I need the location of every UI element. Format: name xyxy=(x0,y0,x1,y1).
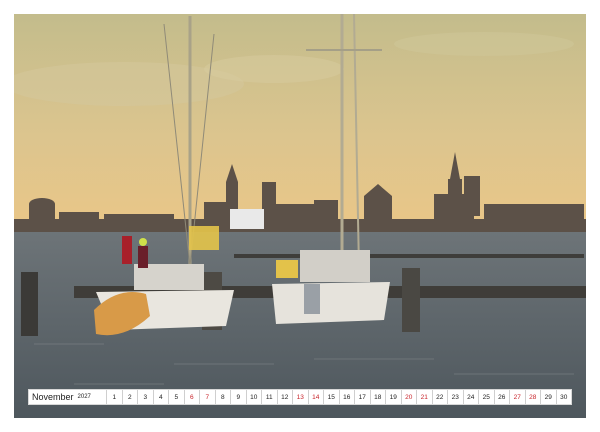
day-cell: 28 xyxy=(524,390,541,404)
month-name: November xyxy=(32,392,74,402)
pier-post xyxy=(21,272,38,336)
day-cells: 1 2 3 4 5 6 7 8 9 10 11 12 13 14 15 16 17 18 19 20 21 22 23 24 2… xyxy=(106,390,571,404)
calendar-photo xyxy=(14,14,586,418)
day-cell: 6 xyxy=(183,390,200,404)
cloud xyxy=(204,55,344,83)
harbor-photo-illustration xyxy=(14,14,586,418)
day-cell: 3 xyxy=(137,390,153,404)
day-cell: 13 xyxy=(292,390,308,404)
day-cell: 16 xyxy=(338,390,355,404)
month-year: 2027 xyxy=(77,394,91,400)
day-cell: 14 xyxy=(307,390,324,404)
person-red-jacket xyxy=(122,236,132,264)
day-cell: 10 xyxy=(245,390,262,404)
day-cell: 12 xyxy=(276,390,293,404)
day-cell: 7 xyxy=(199,390,215,404)
day-cell: 9 xyxy=(230,390,246,404)
day-cell: 15 xyxy=(323,390,339,404)
cloud xyxy=(394,32,574,56)
day-cell: 29 xyxy=(540,390,556,404)
day-cell: 2 xyxy=(121,390,138,404)
day-cell: 19 xyxy=(385,390,401,404)
day-cell: 17 xyxy=(354,390,370,404)
white-building xyxy=(230,209,264,229)
person xyxy=(138,246,148,268)
pier-post xyxy=(402,268,420,332)
day-cell: 27 xyxy=(509,390,525,404)
day-cell: 21 xyxy=(416,390,432,404)
day-cell: 23 xyxy=(447,390,463,404)
person-yellow-cap xyxy=(139,238,147,246)
day-cell: 25 xyxy=(478,390,494,404)
pier-rail xyxy=(234,254,584,258)
day-cell: 4 xyxy=(152,390,169,404)
day-cell: 24 xyxy=(462,390,479,404)
month-label: November 2027 xyxy=(29,390,106,404)
day-cell: 5 xyxy=(168,390,184,404)
day-cell: 8 xyxy=(214,390,231,404)
day-cell: 22 xyxy=(431,390,448,404)
day-cell: 20 xyxy=(400,390,417,404)
day-cell: 26 xyxy=(493,390,510,404)
day-cell: 18 xyxy=(369,390,386,404)
day-cell: 1 xyxy=(106,390,122,404)
day-cell: 30 xyxy=(555,390,572,404)
calendar-strip: November 2027 1 2 3 4 5 6 7 8 9 10 11 12 13 14 15 16 17 1… xyxy=(28,389,572,405)
day-cell: 11 xyxy=(261,390,277,404)
